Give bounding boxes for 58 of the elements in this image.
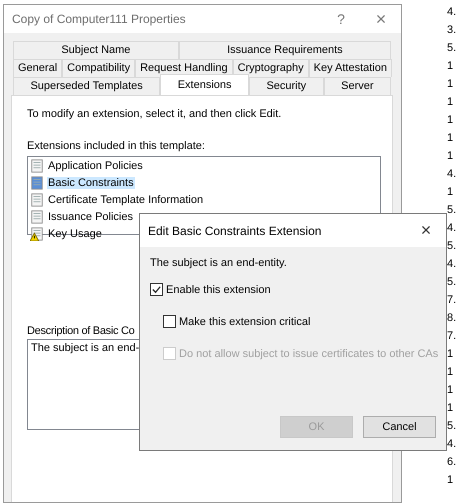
list-number: 4.: [447, 257, 456, 272]
checkbox-label: Do not allow subject to issue certificates to other CAs: [179, 348, 438, 360]
list-number: 5.: [447, 239, 456, 254]
tab[interactable]: Superseded Templates: [13, 77, 160, 95]
list-number: 5.: [447, 275, 456, 290]
description-text: The subject is an end-: [31, 342, 140, 354]
list-label: Extensions included in this template:: [27, 140, 206, 152]
list-number: 1: [447, 365, 454, 380]
tab[interactable]: General: [13, 59, 62, 77]
list-number: 1: [447, 347, 454, 362]
list-item[interactable]: Basic Constraints: [47, 176, 135, 188]
message-text: The subject is an end-entity.: [150, 257, 288, 271]
checkbox-label: Enable this extension: [166, 284, 271, 296]
list-number: 1: [447, 77, 454, 92]
list-number: 7.: [447, 329, 456, 344]
list-number: 4.: [447, 437, 456, 452]
tab[interactable]: Subject Name: [13, 41, 179, 59]
tab[interactable]: Key Attestation: [308, 59, 392, 77]
dialog-title: Edit Basic Constraints Extension: [148, 224, 322, 238]
list-item[interactable]: Certificate Template Information: [47, 194, 204, 206]
tab[interactable]: Issuance Requirements: [178, 41, 391, 59]
checkbox[interactable]: [163, 315, 176, 328]
list-number: 1: [447, 401, 454, 416]
list-number: 1: [447, 383, 454, 398]
checkbox-label: Make this extension critical: [179, 316, 310, 328]
tab[interactable]: Security: [248, 77, 324, 95]
dialog-button[interactable]: Cancel: [363, 416, 436, 438]
tab[interactable]: Compatibility: [62, 59, 136, 77]
list-number: 5.: [447, 203, 456, 218]
list-number: 1: [447, 113, 454, 128]
tab[interactable]: Server: [324, 77, 391, 95]
list-number: 5.: [447, 419, 456, 434]
list-number: 5.: [447, 41, 456, 56]
description-label: Description of Basic Co: [27, 325, 136, 337]
list-number: 1: [447, 473, 454, 488]
list-item[interactable]: Application Policies: [47, 160, 144, 172]
instruction-text: To modify an extension, select it, and then click Edit.: [27, 108, 282, 120]
list-number: 1: [447, 95, 454, 110]
list-number: 4.: [447, 5, 456, 20]
list-item[interactable]: Issuance Policies: [47, 210, 134, 222]
list-number: 1: [447, 59, 454, 74]
close-button[interactable]: ×: [361, 5, 401, 33]
list-number: 4.: [447, 221, 456, 236]
list-item[interactable]: Key Usage: [47, 228, 103, 240]
window-title: Copy of Computer111 Properties: [12, 12, 187, 26]
list-number: 7.: [447, 293, 456, 308]
help-button[interactable]: ?: [321, 5, 361, 33]
list-number: 8.: [447, 311, 456, 326]
list-number: 6.: [447, 455, 456, 470]
list-number: 3.: [447, 23, 456, 38]
checkbox[interactable]: [150, 283, 163, 296]
list-number: 1: [447, 149, 454, 164]
list-number: 1: [447, 185, 454, 200]
list-number: 4.: [447, 167, 456, 182]
tab[interactable]: Extensions: [160, 74, 249, 95]
tab[interactable]: Cryptography: [232, 59, 309, 77]
close-button[interactable]: ×: [406, 216, 446, 244]
list-number: 1: [447, 131, 454, 146]
